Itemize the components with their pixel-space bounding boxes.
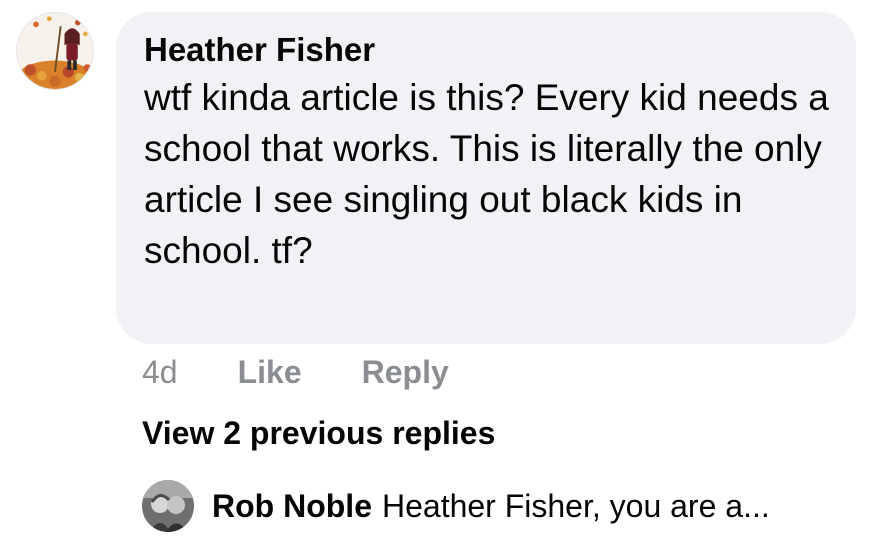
comment-timestamp[interactable]: 4d (142, 354, 178, 391)
reply-author-name[interactable]: Rob Noble (212, 488, 372, 525)
comment-actions: 4d Like Reply (142, 350, 509, 394)
reply-preview-text: Heather Fisher, you are a... (381, 487, 770, 524)
reply-preview[interactable]: Rob Noble Heather Fisher, you are a... (142, 478, 770, 534)
comment-text: wtf kinda article is this? Every kid nee… (144, 77, 829, 271)
autumn-leaves-avatar-icon (17, 13, 93, 89)
like-button[interactable]: Like (238, 354, 302, 391)
reply-button[interactable]: Reply (362, 354, 449, 391)
commenter-avatar[interactable] (16, 12, 94, 90)
comment-bubble: Heather Fisher wtf kinda article is this… (116, 12, 856, 344)
reply-author-avatar[interactable] (142, 480, 194, 532)
view-previous-replies-link[interactable]: View 2 previous replies (142, 412, 495, 454)
couple-photo-avatar-icon (142, 480, 194, 532)
comment-author[interactable]: Heather Fisher (144, 30, 828, 70)
